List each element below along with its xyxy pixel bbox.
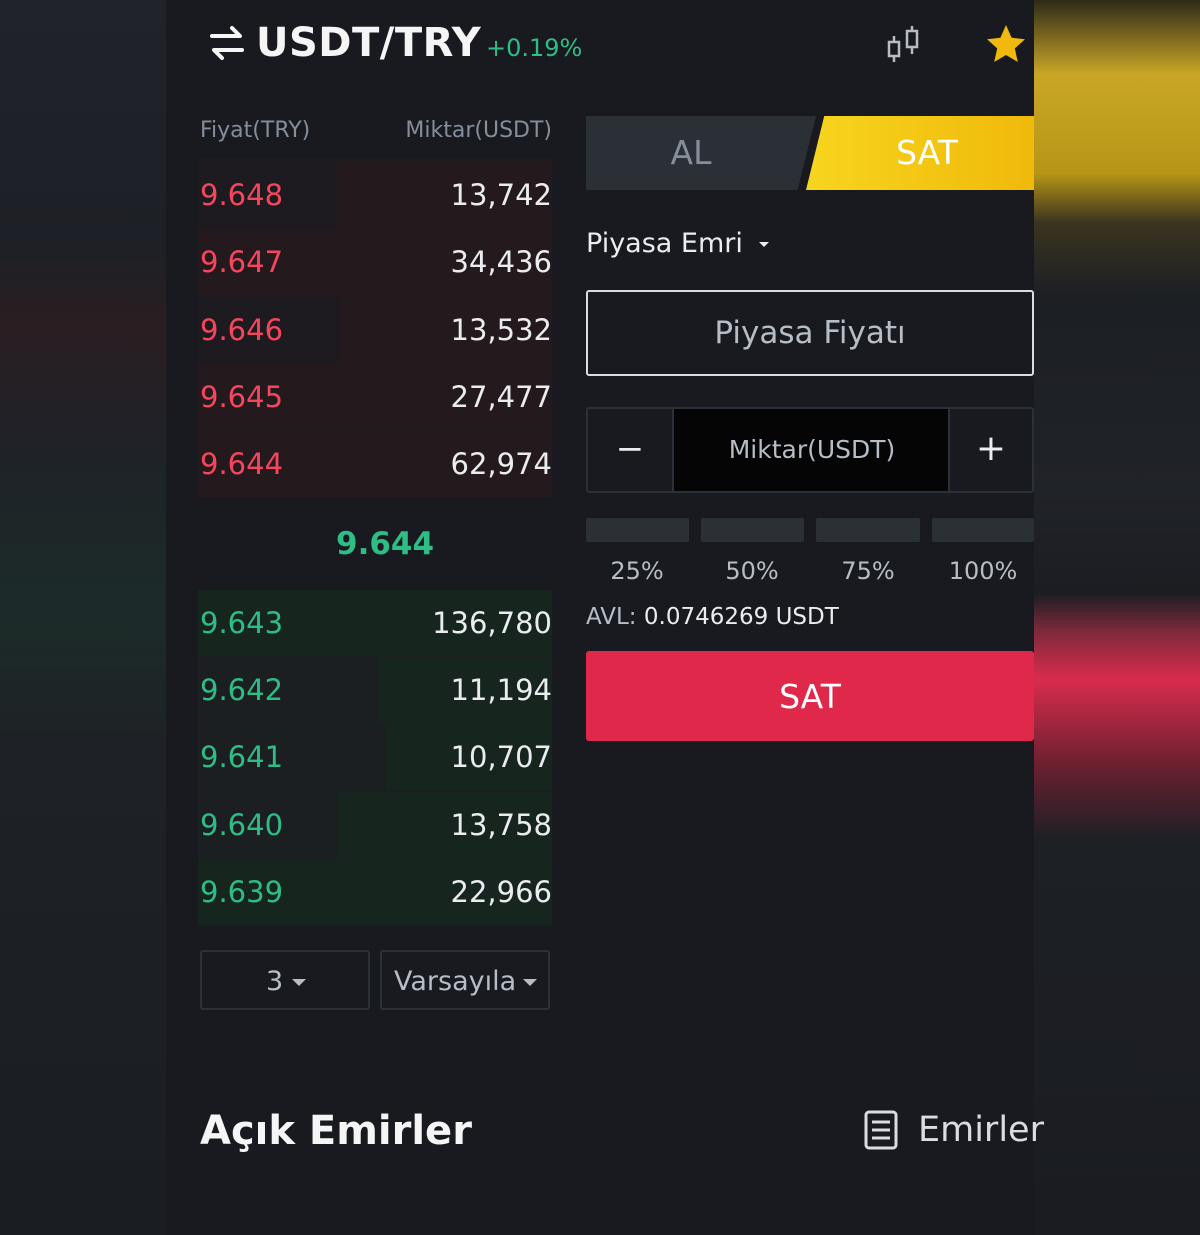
ask-row[interactable]: 9.648 13,742: [198, 162, 552, 228]
decrease-button[interactable]: −: [588, 409, 674, 491]
ask-price: 9.646: [200, 313, 284, 347]
last-price: 9.644: [336, 526, 435, 562]
pair-title[interactable]: USDT/TRY: [256, 20, 481, 66]
star-icon[interactable]: [984, 22, 1028, 66]
price-field[interactable]: Piyasa Fiyatı: [586, 290, 1034, 376]
chevron-down-icon: [759, 242, 770, 247]
ask-qty: 27,477: [450, 380, 552, 414]
percent-100-label[interactable]: 100%: [931, 557, 1035, 585]
percent-50-bar[interactable]: [701, 518, 804, 542]
ask-price: 9.648: [200, 178, 284, 212]
document-list-icon: [864, 1110, 898, 1150]
percent-75-label[interactable]: 75%: [816, 557, 920, 585]
ask-row[interactable]: 9.646 13,532: [198, 297, 552, 363]
ask-row[interactable]: 9.645 27,477: [198, 364, 552, 430]
bid-price: 9.641: [200, 740, 284, 774]
tab-buy[interactable]: AL: [586, 116, 816, 190]
qty-column-header: Miktar(USDT): [405, 118, 552, 143]
percent-50-label[interactable]: 50%: [700, 557, 804, 585]
bid-row[interactable]: 9.643 136,780: [198, 590, 552, 656]
order-type-select[interactable]: Piyasa Emri: [586, 228, 770, 259]
percent-25-label[interactable]: 25%: [585, 557, 689, 585]
order-type-label: Piyasa Emri: [586, 228, 743, 259]
available-balance: AVL: 0.0746269 USDT: [586, 604, 839, 630]
orders-link-label: Emirler: [918, 1110, 1044, 1150]
bid-qty: 10,707: [450, 740, 552, 774]
header: USDT/TRY +0.19%: [206, 14, 1034, 74]
price-column-header: Fiyat(TRY): [200, 118, 311, 143]
bid-row[interactable]: 9.641 10,707: [198, 724, 552, 790]
price-change: +0.19%: [486, 34, 583, 62]
bid-row[interactable]: 9.642 11,194: [198, 657, 552, 723]
chevron-down-icon: [523, 979, 537, 986]
percent-100-bar[interactable]: [932, 518, 1034, 542]
bid-qty: 11,194: [450, 673, 552, 707]
ask-row[interactable]: 9.647 34,436: [198, 229, 552, 295]
depth-select-value: 3: [266, 966, 284, 997]
bid-row[interactable]: 9.639 22,966: [198, 859, 552, 925]
ask-price: 9.647: [200, 245, 284, 279]
bid-row[interactable]: 9.640 13,758: [198, 792, 552, 858]
bid-qty: 13,758: [450, 808, 552, 842]
display-mode-value: Varsayıla: [394, 966, 517, 997]
bid-price: 9.642: [200, 673, 284, 707]
available-label: AVL:: [586, 604, 637, 630]
tab-sell[interactable]: SAT: [806, 116, 1034, 190]
ask-price: 9.644: [200, 447, 284, 481]
bid-price: 9.639: [200, 875, 284, 909]
blurred-background-right: [1034, 0, 1200, 1235]
ask-row[interactable]: 9.644 62,974: [198, 431, 552, 497]
quantity-input[interactable]: Miktar(USDT): [674, 409, 950, 491]
ask-price: 9.645: [200, 380, 284, 414]
bid-price: 9.640: [200, 808, 284, 842]
ask-qty: 62,974: [450, 447, 552, 481]
sell-button[interactable]: SAT: [586, 651, 1034, 741]
chevron-down-icon: [292, 979, 306, 986]
bid-price: 9.643: [200, 606, 284, 640]
swap-arrows-icon[interactable]: [208, 24, 246, 62]
bid-qty: 136,780: [432, 606, 552, 640]
percent-75-bar[interactable]: [816, 518, 920, 542]
open-orders-title: Açık Emirler: [200, 1108, 472, 1154]
ask-qty: 13,532: [450, 313, 552, 347]
depth-select[interactable]: 3: [200, 950, 370, 1010]
ask-qty: 34,436: [450, 245, 552, 279]
blurred-background-left: [0, 0, 166, 1235]
ask-qty: 13,742: [450, 178, 552, 212]
bid-qty: 22,966: [450, 875, 552, 909]
display-mode-select[interactable]: Varsayıla: [380, 950, 550, 1010]
candlestick-icon[interactable]: [882, 22, 926, 66]
trade-panel: USDT/TRY +0.19% Fiyat(TRY) Miktar(USDT) …: [166, 0, 1044, 1235]
quantity-stepper: − Miktar(USDT) +: [586, 407, 1034, 493]
percent-25-bar[interactable]: [586, 518, 689, 542]
available-value: 0.0746269 USDT: [643, 604, 839, 630]
increase-button[interactable]: +: [948, 409, 1032, 491]
